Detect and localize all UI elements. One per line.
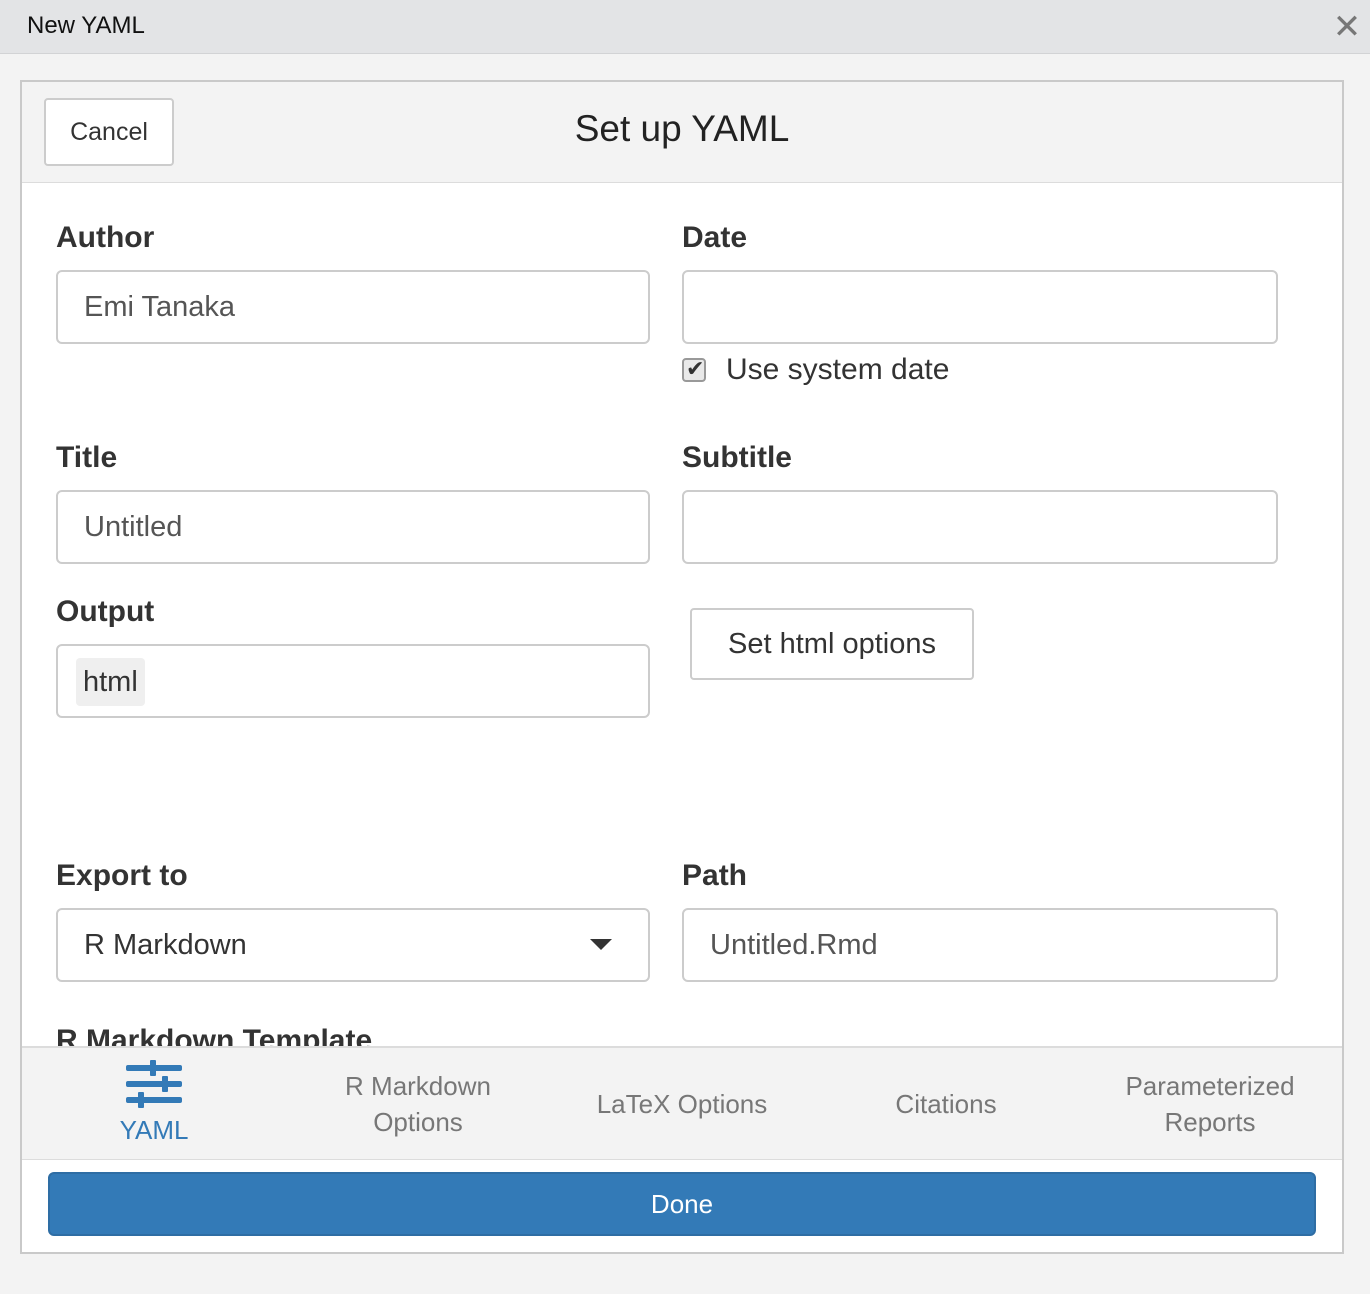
- tab-parameterized-reports[interactable]: Parameterized Reports: [1078, 1048, 1342, 1160]
- chevron-down-icon: [590, 939, 612, 950]
- output-label: Output: [56, 595, 155, 628]
- output-multiselect[interactable]: html: [56, 644, 650, 718]
- window-title: New YAML: [27, 12, 145, 39]
- tab-parameterized-reports-line1: Parameterized: [1125, 1071, 1295, 1101]
- title-label: Title: [56, 441, 118, 474]
- tab-rmarkdown-options-line1: R Markdown: [345, 1071, 491, 1101]
- export-to-select[interactable]: R Markdown: [56, 908, 650, 982]
- page-title: Set up YAML: [574, 108, 790, 149]
- tab-latex-options[interactable]: LaTeX Options: [550, 1048, 814, 1160]
- window-titlebar: New YAML ✕: [0, 0, 1370, 54]
- subtitle-input[interactable]: [682, 490, 1278, 564]
- check-icon: ✔: [686, 356, 705, 381]
- export-to-value: R Markdown: [84, 929, 247, 961]
- close-icon[interactable]: ✕: [1330, 10, 1364, 44]
- tab-rmarkdown-options[interactable]: R Markdown Options: [286, 1048, 550, 1160]
- subtitle-label: Subtitle: [682, 441, 792, 474]
- path-input[interactable]: [682, 908, 1278, 982]
- bottom-tab-bar: YAML R Markdown Options LaTeX Options Ci…: [22, 1046, 1342, 1160]
- set-html-options-button[interactable]: Set html options: [690, 608, 974, 680]
- date-label: Date: [682, 221, 748, 254]
- form-scroll-area[interactable]: Author Date ✔ Use system date Title Subt…: [22, 183, 1342, 1046]
- author-input[interactable]: [56, 270, 650, 344]
- done-button[interactable]: Done: [48, 1172, 1316, 1236]
- tab-parameterized-reports-line2: Reports: [1164, 1107, 1256, 1137]
- use-system-date-label: Use system date: [726, 353, 950, 386]
- output-chip-html[interactable]: html: [76, 658, 145, 706]
- tab-yaml-label: YAML: [119, 1115, 189, 1145]
- use-system-date-row[interactable]: ✔ Use system date: [682, 352, 949, 388]
- author-label: Author: [56, 221, 155, 254]
- tab-citations-label: Citations: [895, 1089, 997, 1119]
- use-system-date-checkbox[interactable]: ✔: [682, 356, 706, 382]
- title-input[interactable]: [56, 490, 650, 564]
- tab-citations[interactable]: Citations: [814, 1048, 1078, 1160]
- dialog-header: Cancel Set up YAML: [22, 82, 1342, 183]
- export-to-label: Export to: [56, 859, 188, 892]
- template-label: R Markdown Template: [56, 1024, 373, 1046]
- sliders-icon: [126, 1060, 182, 1108]
- tab-rmarkdown-options-line2: Options: [373, 1107, 463, 1137]
- tab-latex-options-label: LaTeX Options: [596, 1089, 768, 1119]
- yaml-dialog: Cancel Set up YAML Author Date ✔ Use sys…: [20, 80, 1344, 1254]
- tab-yaml[interactable]: YAML: [22, 1048, 286, 1160]
- path-label: Path: [682, 859, 748, 892]
- date-input[interactable]: [682, 270, 1278, 344]
